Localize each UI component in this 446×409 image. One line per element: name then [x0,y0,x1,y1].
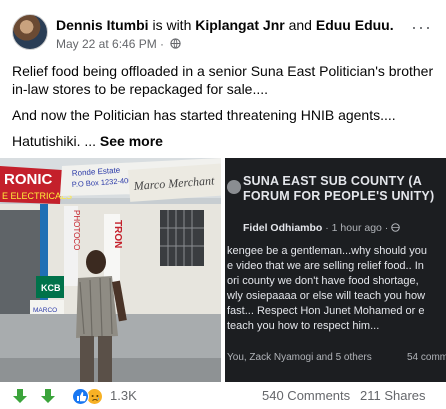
post-header: Dennis Itumbi is with Kiplangat Jnr and … [56,16,394,34]
comment-line: kengee be a gentleman...why should you [227,245,427,257]
comment-body: kengee be a gentleman...why should you e… [227,244,446,334]
down-arrow-icon[interactable] [12,388,28,404]
storefront-scene: RONIC E ELECTRICALS Ronde Estate P.O Box… [0,158,221,382]
comment-meta: Fidel Odhiambo · 1 hour ago · [243,222,401,234]
tagged-user-2[interactable]: Eduu Eduu. [316,17,394,33]
comments-count[interactable]: 540 Comments [262,388,350,404]
author-name[interactable]: Dennis Itumbi [56,17,149,33]
post-meta: May 22 at 6:46 PM · [56,36,182,52]
screenshot-footer: You, Zack Nyamogi and 5 others 54 comm [227,352,446,363]
comment-line: fast... Respect Hon Junet Mohamed or e [227,305,425,317]
comment-line: ori county we don't have food shortage, [227,275,419,287]
comment-time: · 1 hour ago · [325,222,389,234]
tagged-user-1[interactable]: Kiplangat Jnr [195,17,284,33]
comment-line: e video that we are selling relief food.… [227,260,424,272]
with-text: is with [152,17,192,33]
commenter-name: Fidel Odhiambo [243,222,323,234]
down-arrow-icon[interactable] [40,388,56,404]
facebook-post: Dennis Itumbi is with Kiplangat Jnr and … [0,0,446,409]
shares-count[interactable]: 211 Shares [360,388,426,404]
screenshot-comment-count: 54 comm [407,352,446,363]
marco-small-text: MARCO [33,307,57,314]
and-text: and [288,17,312,33]
see-more-link[interactable]: See more [100,133,163,149]
post-text: Relief food being offloaded in a senior … [12,62,436,158]
post-photo-storefront[interactable]: RONIC E ELECTRICALS Ronde Estate P.O Box… [0,158,221,382]
author-avatar[interactable] [12,14,48,50]
more-options-icon[interactable]: ··· [411,18,432,36]
like-icon[interactable] [72,388,89,405]
post-paragraph-3: Hatutishiki. ... See more [12,133,163,149]
post-footer: 1.3K 540 Comments 211 Shares [0,382,446,409]
globe-icon [391,223,401,232]
screenshot-reactors: You, Zack Nyamogi and 5 others [227,352,372,363]
comment-line: wly osiepaaaa or else will teach you how [227,290,426,302]
post-timestamp[interactable]: May 22 at 6:46 PM · [56,37,164,51]
kcb-sign-text: KCB [41,283,61,293]
sad-face-icon [91,394,99,401]
globe-icon [170,38,182,49]
group-title: SUNA EAST SUB COUNTY (A FORUM FOR PEOPLE… [243,174,435,203]
red-sign-text: RONIC [4,171,53,188]
group-avatar [227,180,241,194]
post-paragraph-2: And now the Politician has started threa… [12,107,396,123]
reaction-count[interactable]: 1.3K [110,388,137,404]
vertical-sign-1: PHOTOCO [72,210,81,250]
post-photo-comment-screenshot[interactable]: SUNA EAST SUB COUNTY (A FORUM FOR PEOPLE… [225,158,446,382]
post-paragraph-1: Relief food being offloaded in a senior … [12,63,434,97]
comment-line: teach you how to respect him... [227,320,380,332]
vertical-sign-2: TRON [112,220,123,248]
thumbs-up-icon [76,391,86,401]
